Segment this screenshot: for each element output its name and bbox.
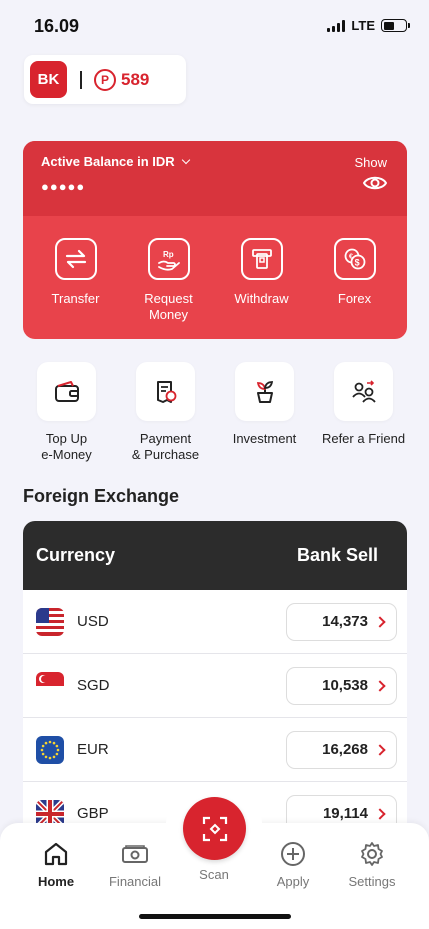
- nav-settings-label: Settings: [348, 874, 396, 889]
- masked-balance: ●●●●●: [41, 179, 86, 194]
- status-time: 16.09: [34, 16, 80, 36]
- show-label: Show: [354, 155, 387, 170]
- balance-label-dropdown[interactable]: Active Balance in IDR: [41, 154, 389, 169]
- svg-text:$: $: [354, 258, 359, 268]
- chevron-right-icon: [374, 807, 386, 820]
- points-icon: P: [94, 68, 116, 91]
- plus-circle-icon: [281, 842, 305, 866]
- withdraw-button[interactable]: Withdraw: [219, 238, 305, 323]
- transfer-label: Transfer: [51, 291, 100, 306]
- signal-icon: [327, 19, 346, 32]
- network-label: LTE: [351, 18, 375, 33]
- balance-label: Active Balance in IDR: [41, 154, 175, 169]
- request-money-label: Request Money: [144, 291, 193, 322]
- currency-code: EUR: [77, 741, 109, 758]
- withdraw-label: Withdraw: [234, 291, 289, 306]
- chevron-right-icon: [374, 743, 386, 756]
- nav-financial[interactable]: Financial: [100, 841, 170, 889]
- forex-icon: $ €: [333, 238, 376, 280]
- payment-purchase-button[interactable]: Payment & Purchase: [117, 362, 214, 463]
- rate-value: 10,538: [322, 677, 368, 694]
- bank-sell-column-header: Bank Sell: [296, 545, 378, 565]
- investment-button[interactable]: Investment: [216, 362, 313, 463]
- rate-value: 19,114: [322, 805, 368, 822]
- home-icon: [44, 842, 68, 866]
- payment-purchase-label: Payment & Purchase: [131, 431, 200, 462]
- table-row[interactable]: USD 14,373: [23, 590, 407, 654]
- status-bar: 16.09 LTE: [0, 0, 429, 52]
- nav-home-label: Home: [37, 874, 75, 889]
- scan-button[interactable]: [183, 797, 246, 860]
- bank-logo: BK: [30, 61, 67, 98]
- us-flag-icon: [36, 607, 64, 636]
- eu-flag-icon: [36, 735, 64, 764]
- transfer-icon: [54, 238, 97, 280]
- quick-menu: Top Up e-Money Payment & Purchase Invest…: [18, 362, 412, 463]
- rate-value: 16,268: [322, 741, 368, 758]
- balance-header: Active Balance in IDR ●●●●● Show: [23, 141, 407, 216]
- refer-friend-label: Refer a Friend: [321, 431, 406, 446]
- currency-code: USD: [77, 613, 109, 630]
- currency-column-header: Currency: [36, 545, 116, 565]
- withdraw-icon: [240, 238, 283, 280]
- top-up-emoney-label: Top Up e-Money: [41, 431, 92, 462]
- investment-label: Investment: [232, 431, 297, 446]
- rate-button[interactable]: 10,538: [286, 666, 397, 705]
- balance-card: Active Balance in IDR ●●●●● Show Transfe…: [23, 141, 407, 339]
- nav-scan-label: Scan: [199, 867, 229, 882]
- rate-value: 14,373: [322, 613, 368, 630]
- transfer-button[interactable]: Transfer: [33, 238, 119, 323]
- sg-flag-icon: [36, 671, 64, 700]
- eye-icon: [363, 176, 387, 190]
- nav-settings[interactable]: Settings: [337, 841, 407, 889]
- rate-button[interactable]: 16,268: [286, 730, 397, 769]
- refer-friend-button[interactable]: Refer a Friend: [315, 362, 412, 463]
- rate-button[interactable]: 14,373: [286, 602, 397, 641]
- scan-icon: [202, 816, 227, 841]
- forex-label: Forex: [337, 291, 372, 306]
- svg-text:Rp: Rp: [163, 250, 174, 259]
- chevron-down-icon: [181, 155, 190, 164]
- status-indicators: LTE: [327, 18, 410, 33]
- money-icon: [122, 845, 148, 863]
- brand-points-card[interactable]: BK P 589: [24, 55, 186, 104]
- request-money-button[interactable]: Rp Request Money: [126, 238, 212, 323]
- wallet-icon: [37, 362, 96, 421]
- divider: [80, 70, 82, 89]
- receipt-icon: [136, 362, 195, 421]
- home-indicator: [139, 914, 291, 919]
- forex-button[interactable]: $ € Forex: [312, 238, 398, 323]
- table-row[interactable]: SGD 10,538: [23, 654, 407, 718]
- nav-home[interactable]: Home: [21, 841, 91, 889]
- refer-friend-icon: [334, 362, 393, 421]
- show-balance-toggle[interactable]: Show: [354, 155, 387, 191]
- nav-apply-label: Apply: [276, 874, 310, 889]
- top-up-emoney-button[interactable]: Top Up e-Money: [18, 362, 115, 463]
- balance-actions: Transfer Rp Request Money Withdraw $ € Fo…: [23, 216, 407, 323]
- plant-icon: [235, 362, 294, 421]
- battery-icon: [381, 19, 410, 32]
- currency-code: SGD: [77, 677, 110, 694]
- nav-financial-label: Financial: [108, 874, 162, 889]
- bottom-navigation: Home Financial Scan Apply Settings: [0, 793, 429, 929]
- nav-scan[interactable]: Scan: [179, 860, 249, 882]
- table-row[interactable]: EUR 16,268: [23, 718, 407, 782]
- svg-text:€: €: [349, 254, 353, 261]
- forex-table-header: Currency Bank Sell: [23, 521, 407, 590]
- chevron-right-icon: [374, 615, 386, 628]
- points-value: 589: [121, 69, 150, 89]
- forex-section-title: Foreign Exchange: [23, 486, 180, 506]
- request-money-icon: Rp: [147, 238, 190, 280]
- chevron-right-icon: [374, 679, 386, 692]
- nav-apply[interactable]: Apply: [258, 841, 328, 889]
- gear-icon: [361, 842, 383, 866]
